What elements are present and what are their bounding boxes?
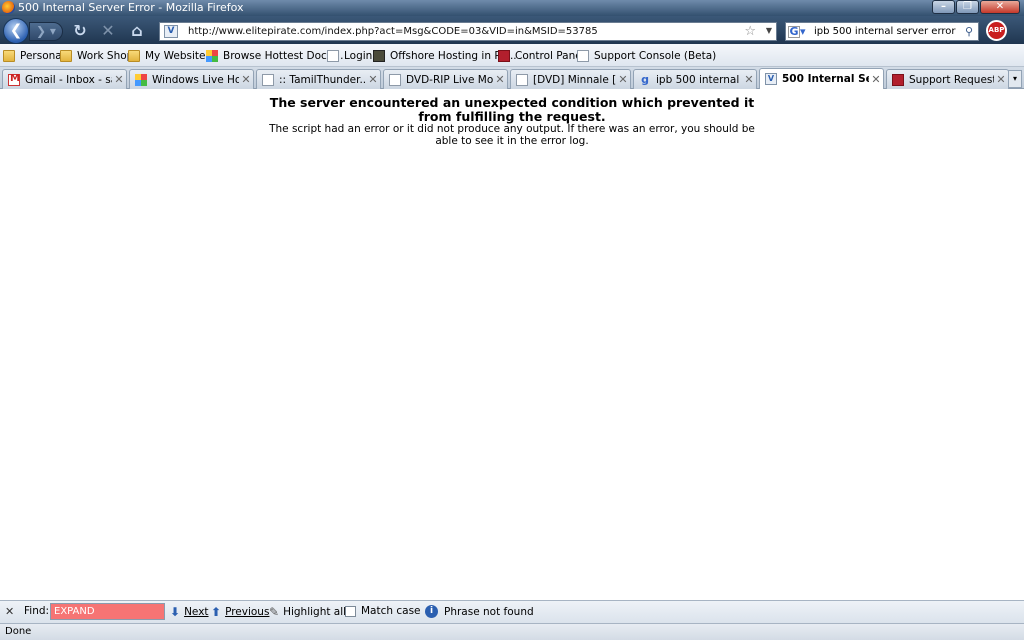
close-tab-icon[interactable]: ✕: [742, 73, 756, 86]
url-history-dropdown-icon[interactable]: ▼: [766, 26, 772, 35]
close-find-bar-icon[interactable]: ✕: [5, 605, 14, 618]
window-title-bar: 500 Internal Server Error - Mozilla Fire…: [0, 0, 1024, 16]
error-heading: The server encountered an unexpected con…: [269, 95, 755, 124]
arrow-down-icon: ⬇: [170, 605, 181, 619]
folder-icon: [128, 49, 140, 62]
list-all-tabs-icon[interactable]: ▾: [1008, 70, 1022, 88]
find-bar: ✕ Find: EXPAND ⬇ Next ⬆ Previous ✎ Highligh…: [0, 600, 1024, 623]
search-input[interactable]: ipb 500 internal server error: [814, 26, 956, 38]
elitepirate-icon: V: [765, 73, 777, 85]
highlight-all-button[interactable]: ✎ Highlight all: [269, 605, 346, 619]
tab-support-request[interactable]: Support Request ✕: [886, 69, 1009, 89]
tab-google-search[interactable]: gipb 500 internal se...✕: [633, 69, 757, 89]
stop-icon[interactable]: ✕: [98, 21, 118, 41]
page-icon: [389, 73, 401, 86]
address-bar[interactable]: V http://www.elitepirate.com/index.php?a…: [159, 22, 777, 41]
status-text: Done: [5, 626, 32, 637]
forward-button[interactable]: ❯ ▾: [29, 22, 63, 41]
close-window-button[interactable]: ✕: [980, 0, 1020, 14]
google-engine-icon: G: [788, 25, 800, 38]
bookmark-control-panel[interactable]: Control Panel: [498, 48, 585, 63]
support-icon: [892, 73, 904, 86]
checkbox[interactable]: [345, 605, 356, 617]
search-bar[interactable]: G▾ ipb 500 internal server error ⚲: [785, 22, 979, 41]
ms-icon: [206, 49, 218, 62]
close-tab-icon[interactable]: ✕: [239, 73, 253, 86]
gmail-icon: [8, 73, 20, 86]
close-tab-icon[interactable]: ✕: [112, 73, 126, 86]
tab-500-internal-server-error[interactable]: V500 Internal Serv...✕: [759, 68, 884, 89]
reload-icon[interactable]: ↻: [70, 21, 90, 41]
site-icon: [373, 49, 385, 62]
close-tab-icon[interactable]: ✕: [616, 73, 630, 86]
match-case-checkbox[interactable]: Match case: [345, 605, 421, 617]
bookmarks-toolbar: Personal Work Shop My Websites Browse Ho…: [0, 44, 1024, 67]
bookmark-personal[interactable]: Personal: [3, 48, 65, 63]
bookmark-login[interactable]: Login: [327, 48, 372, 63]
bookmark-support-console[interactable]: Support Console (Beta): [577, 48, 716, 63]
tab-strip: Gmail - Inbox - sa...✕ Windows Live Hot.…: [0, 67, 1024, 89]
close-tab-icon[interactable]: ✕: [869, 73, 883, 86]
google-icon: g: [641, 72, 649, 86]
tab-gmail[interactable]: Gmail - Inbox - sa...✕: [2, 69, 127, 89]
folder-icon: [60, 49, 72, 62]
close-tab-icon[interactable]: ✕: [994, 73, 1008, 86]
find-input[interactable]: EXPAND: [50, 603, 165, 620]
page-icon: [577, 49, 589, 62]
adblock-plus-icon[interactable]: ABP: [986, 20, 1007, 41]
navigation-toolbar: ❮ ❯ ▾ ↻ ✕ ⌂ V http://www.elitepirate.com…: [0, 16, 1024, 44]
bookmark-work-shop[interactable]: Work Shop: [60, 48, 133, 63]
page-icon: [327, 49, 339, 62]
cpanel-icon: [498, 49, 510, 62]
page-icon: [516, 73, 528, 86]
bookmark-star-icon[interactable]: ☆: [744, 24, 756, 39]
page-content: The server encountered an unexpected con…: [0, 90, 1024, 599]
tab-windows-live[interactable]: Windows Live Hot...✕: [129, 69, 254, 89]
page-icon: [262, 73, 274, 86]
bookmark-browse-hottest[interactable]: Browse Hottest Docu...: [206, 48, 343, 63]
minimize-button[interactable]: –: [932, 0, 955, 14]
highlighter-icon: ✎: [269, 605, 280, 619]
bookmark-offshore-hosting[interactable]: Offshore Hosting in Pa...: [373, 48, 517, 63]
tab-tamilthunder[interactable]: :: TamilThunder.... ✕: [256, 69, 381, 89]
home-icon[interactable]: ⌂: [127, 21, 147, 41]
firefox-icon: [2, 1, 15, 14]
tab-dvd-rip[interactable]: DVD-RIP Live Mov...✕: [383, 69, 508, 89]
url-text[interactable]: http://www.elitepirate.com/index.php?act…: [188, 25, 598, 38]
tab-minnale[interactable]: [DVD] Minnale [20...✕: [510, 69, 631, 89]
windows-live-icon: [135, 73, 147, 86]
window-title: 500 Internal Server Error - Mozilla Fire…: [18, 1, 244, 14]
search-engine-selector[interactable]: G▾: [788, 25, 808, 38]
bookmark-my-websites[interactable]: My Websites: [128, 48, 211, 63]
error-message: The script had an error or it did not pr…: [269, 123, 755, 147]
info-icon: i: [425, 605, 438, 618]
window-controls: – ❐ ✕: [931, 0, 1020, 15]
find-previous-button[interactable]: ⬆ Previous: [211, 605, 269, 619]
status-bar: Done: [0, 623, 1024, 640]
close-tab-icon[interactable]: ✕: [366, 73, 380, 86]
folder-icon: [3, 49, 15, 62]
arrow-up-icon: ⬆: [211, 605, 222, 619]
site-identity-icon[interactable]: V: [164, 25, 178, 38]
maximize-button[interactable]: ❐: [956, 0, 979, 14]
close-tab-icon[interactable]: ✕: [493, 73, 507, 86]
find-next-button[interactable]: ⬇ Next: [170, 605, 209, 619]
find-status: i Phrase not found: [425, 605, 534, 618]
search-icon[interactable]: ⚲: [965, 25, 973, 38]
find-label: Find:: [24, 605, 50, 617]
back-button[interactable]: ❮: [3, 18, 29, 44]
